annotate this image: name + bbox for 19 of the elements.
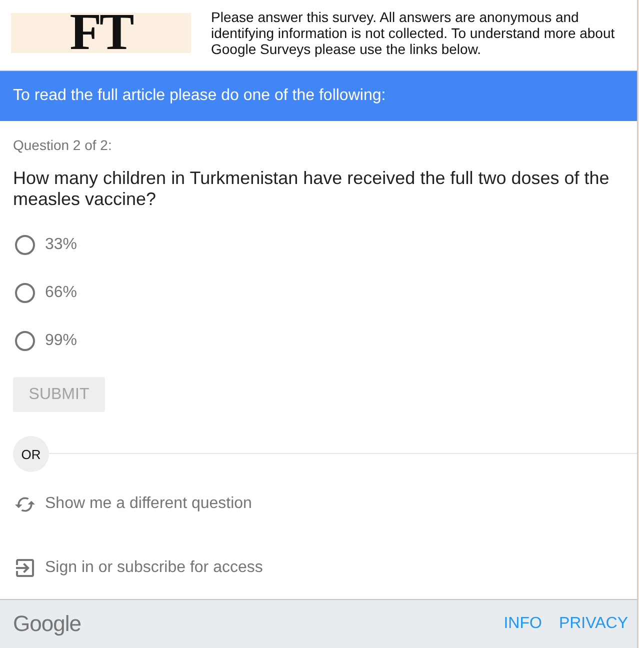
publication-logo: FT (11, 13, 191, 53)
refresh-icon[interactable] (15, 496, 35, 512)
question-text: How many children in Turkmenistan have received the full two doses of the measles vaccine? (13, 168, 610, 210)
footer-link[interactable]: INFO (504, 615, 542, 633)
or-badge: OR (13, 436, 49, 472)
sign-in-icon[interactable] (16, 559, 34, 577)
survey-notice: Please answer this survey. All answers are anonymous and identifying information is not collected. To understand more about Google Surveys please use the links below. (211, 9, 616, 57)
answer-option[interactable]: 33% (13, 221, 78, 269)
instruction-banner: To read the full article please do one of the following: (0, 71, 637, 121)
answer-option[interactable]: 99% (13, 317, 78, 365)
radio-icon[interactable] (15, 235, 35, 255)
answer-option[interactable]: 66% (13, 269, 78, 317)
radio-icon[interactable] (15, 331, 35, 351)
footer-logo: Google (13, 611, 81, 637)
footer-link[interactable]: PRIVACY (558, 615, 628, 633)
action-link[interactable]: Sign in or subscribe for access (45, 559, 263, 577)
question-counter: Question 2 of 2: (13, 136, 113, 155)
radio-icon[interactable] (15, 283, 35, 303)
action-link[interactable]: Show me a different question (45, 495, 252, 513)
